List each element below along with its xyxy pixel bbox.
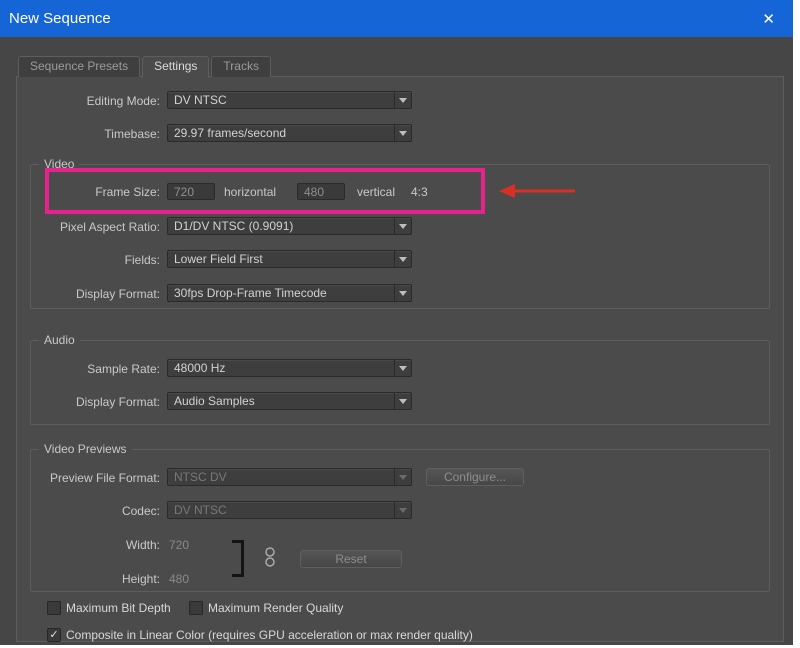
check-icon: ✓ xyxy=(49,630,58,641)
audio-group: Audio xyxy=(30,340,770,425)
audio-display-format-dropdown[interactable]: Audio Samples xyxy=(167,392,412,410)
tab-tracks[interactable]: Tracks xyxy=(211,56,271,77)
title-bar: New Sequence ✕ xyxy=(0,0,793,37)
sample-rate-value: 48000 Hz xyxy=(168,361,394,375)
codec-label: Codec: xyxy=(30,504,160,518)
timebase-label: Timebase: xyxy=(30,127,160,141)
chevron-down-icon xyxy=(394,360,411,376)
pixel-aspect-ratio-label: Pixel Aspect Ratio: xyxy=(30,220,160,234)
close-button[interactable]: ✕ xyxy=(756,0,781,37)
editing-mode-value: DV NTSC xyxy=(168,93,394,107)
preview-height-value: 480 xyxy=(169,572,189,586)
max-bit-depth-checkbox[interactable] xyxy=(47,601,61,615)
chevron-down-icon xyxy=(394,218,411,234)
preview-width-label: Width: xyxy=(30,538,160,552)
video-previews-group-label: Video Previews xyxy=(39,442,132,456)
preview-file-format-dropdown: NTSC DV xyxy=(167,468,412,486)
preview-file-format-label: Preview File Format: xyxy=(30,471,160,485)
close-icon: ✕ xyxy=(762,10,775,28)
audio-display-format-value: Audio Samples xyxy=(168,394,394,408)
highlight-box xyxy=(45,168,485,214)
editing-mode-label: Editing Mode: xyxy=(30,94,160,108)
preview-height-label: Height: xyxy=(30,572,160,586)
annotation-arrow xyxy=(495,181,580,201)
fields-label: Fields: xyxy=(30,253,160,267)
preview-file-format-value: NTSC DV xyxy=(168,470,394,484)
max-render-quality-checkbox[interactable] xyxy=(189,601,203,615)
chevron-down-icon xyxy=(394,251,411,267)
composite-linear-label: Composite in Linear Color (requires GPU … xyxy=(66,628,473,642)
tab-sequence-presets[interactable]: Sequence Presets xyxy=(18,56,140,77)
composite-linear-checkbox[interactable]: ✓ xyxy=(47,628,61,642)
reset-button: Reset xyxy=(300,550,402,568)
timebase-value: 29.97 frames/second xyxy=(168,126,394,140)
chevron-down-icon xyxy=(394,92,411,108)
chevron-down-icon xyxy=(394,285,411,301)
max-bit-depth-label: Maximum Bit Depth xyxy=(66,601,171,615)
chevron-down-icon xyxy=(394,393,411,409)
fields-value: Lower Field First xyxy=(168,252,394,266)
video-display-format-label: Display Format: xyxy=(30,287,160,301)
tab-bar: Sequence Presets Settings Tracks xyxy=(18,56,273,77)
audio-display-format-label: Display Format: xyxy=(30,395,160,409)
pixel-aspect-ratio-dropdown[interactable]: D1/DV NTSC (0.9091) xyxy=(167,217,412,235)
editing-mode-dropdown[interactable]: DV NTSC xyxy=(167,91,412,109)
sample-rate-dropdown[interactable]: 48000 Hz xyxy=(167,359,412,377)
sample-rate-label: Sample Rate: xyxy=(30,362,160,376)
preview-width-value: 720 xyxy=(169,538,189,552)
fields-dropdown[interactable]: Lower Field First xyxy=(167,250,412,268)
timebase-dropdown[interactable]: 29.97 frames/second xyxy=(167,124,412,142)
video-display-format-dropdown[interactable]: 30fps Drop-Frame Timecode xyxy=(167,284,412,302)
codec-dropdown: DV NTSC xyxy=(167,501,412,519)
width-height-bracket xyxy=(232,540,244,577)
chevron-down-icon xyxy=(394,469,411,485)
chevron-down-icon xyxy=(394,125,411,141)
max-render-quality-label: Maximum Render Quality xyxy=(208,601,343,615)
chevron-down-icon xyxy=(394,502,411,518)
audio-group-label: Audio xyxy=(39,333,80,347)
pixel-aspect-ratio-value: D1/DV NTSC (0.9091) xyxy=(168,219,394,233)
new-sequence-dialog: New Sequence ✕ Sequence Presets Settings… xyxy=(0,0,793,645)
tab-settings[interactable]: Settings xyxy=(142,56,209,78)
configure-button: Configure... xyxy=(426,468,524,486)
window-title: New Sequence xyxy=(0,10,111,27)
video-display-format-value: 30fps Drop-Frame Timecode xyxy=(168,286,394,300)
link-icon xyxy=(264,545,276,569)
codec-value: DV NTSC xyxy=(168,503,394,517)
